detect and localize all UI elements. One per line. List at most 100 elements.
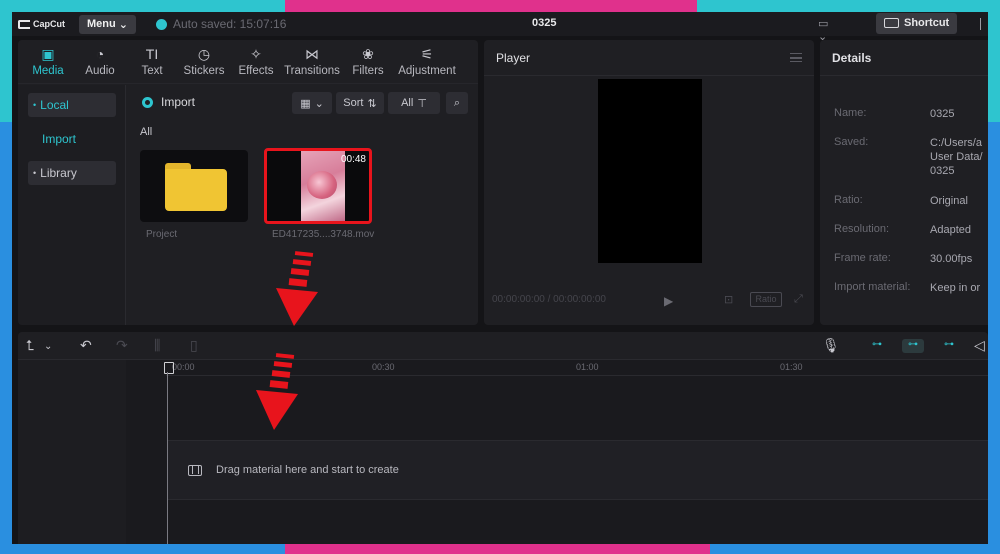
details-header: Details xyxy=(820,40,988,76)
player-title: Player xyxy=(496,50,531,65)
transitions-icon: ⋈ xyxy=(305,45,319,62)
sort-button[interactable]: Sort ⇅ xyxy=(336,92,384,114)
ruler-tick: 01:00 xyxy=(576,362,599,372)
title-bar: CapCut Menu ⌄ Auto saved: 15:07:16 0325 … xyxy=(12,12,988,43)
project-title: 0325 xyxy=(532,17,557,29)
keyboard-icon xyxy=(884,18,899,28)
filters-icon: ❀ xyxy=(362,45,374,62)
speaker-icon[interactable]: ◁ xyxy=(974,338,985,352)
chevron-down-icon[interactable]: ⌄ xyxy=(44,340,52,354)
microphone-icon[interactable]: 🎙 xyxy=(822,338,840,352)
effects-icon: ✧ xyxy=(250,45,262,62)
frame-band-top-left xyxy=(0,0,285,12)
search-button[interactable]: ⌕ xyxy=(446,92,468,114)
sidebar-item-local[interactable]: • Local xyxy=(28,93,116,117)
detail-row-frame-rate: Frame rate: 30.00fps xyxy=(834,252,988,266)
detail-row-import-material: Import material: Keep in or xyxy=(834,281,988,295)
layout-icon[interactable]: ▭ ⌄ xyxy=(818,17,840,43)
detail-label: Ratio: xyxy=(834,194,863,206)
main-track-magnet-icon[interactable]: ⊶ xyxy=(866,339,888,353)
ratio-button[interactable]: Ratio xyxy=(750,292,782,307)
detail-value: Original xyxy=(930,195,968,207)
red-arrow-down-icon xyxy=(276,251,318,326)
flower-image xyxy=(307,171,337,199)
view-mode-button[interactable]: ▦ ⌄ xyxy=(292,92,332,114)
detail-row-resolution: Resolution: Adapted xyxy=(834,223,988,237)
details-panel: Details Name: 0325 Saved: C:/Users/a Use… xyxy=(820,40,988,325)
tab-filters[interactable]: ❀ Filters xyxy=(342,40,394,83)
redo-icon[interactable]: ↷ xyxy=(116,338,128,352)
folder-icon xyxy=(165,163,227,211)
film-icon xyxy=(188,464,202,476)
video-preview xyxy=(598,79,702,263)
timeline-area[interactable]: 00:00 00:30 01:00 01:30 Drag material he… xyxy=(18,360,988,544)
tab-audio[interactable]: ◔ Audio xyxy=(74,40,126,83)
sidebar-item-label: Library xyxy=(40,166,77,180)
shortcut-button[interactable]: Shortcut xyxy=(876,13,958,34)
track-header-column xyxy=(18,360,126,544)
logo-text: CapCut xyxy=(33,19,65,29)
stickers-icon: ◷ xyxy=(197,45,211,62)
import-button[interactable]: Import xyxy=(142,95,195,109)
shortcut-label: Shortcut xyxy=(904,17,950,29)
fit-screen-icon[interactable]: ⊡ xyxy=(724,293,733,306)
audio-icon: ◔ xyxy=(95,45,105,62)
linkage-icon[interactable]: ⊶ xyxy=(938,339,960,353)
frame-band-bottom-right xyxy=(710,544,1000,554)
frame-band-right xyxy=(988,0,1000,554)
tab-stickers[interactable]: ◷ Stickers xyxy=(178,40,230,83)
bullet-icon: • xyxy=(33,168,37,178)
frame-band-bottom-middle xyxy=(285,544,710,554)
video-preview-image xyxy=(301,151,345,221)
tab-text[interactable]: TI Text xyxy=(126,40,178,83)
check-circle-icon xyxy=(155,18,167,30)
fullscreen-icon[interactable]: ⤢ xyxy=(794,293,803,306)
menu-button-label: Menu xyxy=(87,18,116,30)
media-panel: ▣ Media ◔ Audio TI Text ◷ Stickers ✧ Eff… xyxy=(18,40,478,325)
video-duration: 00:48 xyxy=(340,154,366,165)
main-track-drop-zone[interactable]: Drag material here and start to create xyxy=(168,440,988,500)
auto-snap-icon[interactable]: ⊶ xyxy=(902,339,924,353)
frame-band-bottom-left xyxy=(0,544,285,554)
sidebar-item-label: Import xyxy=(42,132,77,146)
play-icon[interactable]: ▶ xyxy=(664,294,673,308)
timeline-toolbar: ⮤ ⌄ ↶ ↷ ⫼ ▯ 🎙 ⊶ ⊶ ⊶ ◁ xyxy=(18,332,988,360)
search-icon: ⌕ xyxy=(453,96,461,109)
video-thumbnail[interactable]: 00:48 xyxy=(264,148,372,224)
window-control-icon[interactable] xyxy=(980,18,988,30)
import-icon xyxy=(142,96,153,108)
frame-band-left xyxy=(0,0,12,554)
sort-label: Sort xyxy=(343,97,364,109)
tab-media[interactable]: ▣ Media xyxy=(22,40,74,83)
grid-icon: ▦ xyxy=(300,97,311,110)
filter-all-button[interactable]: All ⊤ xyxy=(388,92,440,114)
ruler-tick: 00:00 xyxy=(172,362,195,372)
menu-button[interactable]: Menu ⌄ xyxy=(79,14,136,34)
detail-row-saved: Saved: C:/Users/a User Data/ 0325 xyxy=(834,136,988,178)
bullet-icon: • xyxy=(33,100,37,110)
hamburger-menu-icon[interactable] xyxy=(790,53,802,62)
cursor-icon[interactable]: ⮤ xyxy=(26,338,34,352)
sidebar-item-import[interactable]: Import xyxy=(28,127,116,151)
tab-transitions[interactable]: ⋈ Transitions xyxy=(282,40,342,83)
tab-label: Adjustment xyxy=(398,64,456,77)
undo-icon[interactable]: ↶ xyxy=(80,338,92,352)
sidebar-item-library[interactable]: • Library xyxy=(28,161,116,185)
tab-effects[interactable]: ✧ Effects xyxy=(230,40,282,83)
import-label: Import xyxy=(161,95,196,109)
tab-label: Stickers xyxy=(183,64,225,77)
detail-label: Frame rate: xyxy=(834,252,891,264)
chevron-down-icon: ⌄ xyxy=(314,97,324,110)
tab-label: Effects xyxy=(238,64,274,77)
tab-label: Text xyxy=(141,64,163,77)
detail-value: Adapted xyxy=(930,224,971,236)
details-title: Details xyxy=(832,50,872,65)
filter-all-label: All xyxy=(401,97,414,109)
tab-adjustment[interactable]: ⚟ Adjustment xyxy=(394,40,460,83)
capcut-window: CapCut Menu ⌄ Auto saved: 15:07:16 0325 … xyxy=(12,12,988,544)
split-icon[interactable]: ⫼ xyxy=(154,338,160,352)
delete-icon[interactable]: ▯ xyxy=(190,338,198,352)
media-icon: ▣ xyxy=(41,45,55,62)
player-header: Player xyxy=(484,40,814,76)
folder-thumbnail[interactable] xyxy=(140,150,248,222)
